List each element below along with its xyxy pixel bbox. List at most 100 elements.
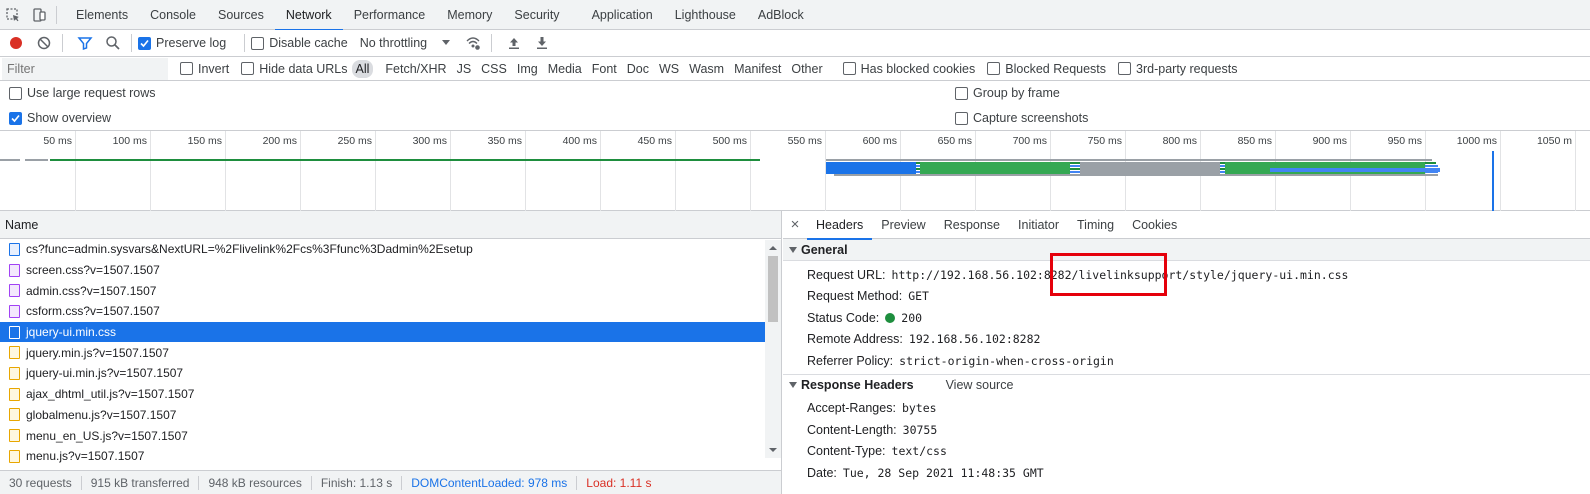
- checkbox-icon: [842, 62, 856, 75]
- tab-network[interactable]: Network: [274, 0, 343, 31]
- checkbox-icon: [955, 86, 968, 100]
- type-filter-doc[interactable]: Doc: [623, 60, 653, 78]
- group-by-frame-checkbox[interactable]: Group by frame: [955, 86, 1060, 100]
- type-filter-ws[interactable]: WS: [655, 60, 683, 78]
- chevron-down-icon: [442, 40, 451, 45]
- tab-lighthouse[interactable]: Lighthouse: [664, 0, 747, 30]
- header-row: Remote Address: 192.168.56.102:8282: [783, 329, 1590, 351]
- requests-count: 30 requests: [0, 475, 82, 490]
- type-filter-js[interactable]: JS: [453, 60, 476, 78]
- filter-input[interactable]: [2, 57, 168, 80]
- header-name: Status Code:: [807, 310, 880, 325]
- scroll-up-icon[interactable]: [765, 242, 781, 254]
- invert-checkbox[interactable]: Invert: [180, 62, 229, 76]
- tab-adblock[interactable]: AdBlock: [747, 0, 815, 30]
- details-tab-initiator[interactable]: Initiator: [1009, 211, 1068, 239]
- filter-icon[interactable]: [73, 31, 97, 55]
- import-har-icon[interactable]: [502, 31, 526, 55]
- header-name: Date:: [807, 465, 837, 480]
- details-tab-response[interactable]: Response: [935, 211, 1009, 239]
- view-source-link[interactable]: View source: [946, 378, 1014, 392]
- show-overview-checkbox[interactable]: Show overview: [9, 111, 111, 125]
- inspect-element-icon[interactable]: [0, 0, 26, 30]
- divider: [56, 5, 57, 24]
- type-filter-img[interactable]: Img: [513, 60, 542, 78]
- details-tabs: × Headers Preview Response Initiator Timing C…: [783, 211, 1590, 240]
- timeline-gridline: [525, 131, 526, 211]
- disable-cache-checkbox[interactable]: Disable cache: [251, 36, 348, 50]
- tab-security[interactable]: Security: [503, 0, 570, 30]
- timeline-tick-label: 1000 ms: [1456, 135, 1497, 147]
- details-tab-preview[interactable]: Preview: [872, 211, 934, 239]
- clear-icon[interactable]: [32, 31, 56, 55]
- timeline-tick-label: 800 ms: [1162, 135, 1197, 147]
- devtools-tab-bar: Elements Console Sources Network Performance…: [0, 0, 1590, 31]
- tab-elements[interactable]: Elements: [65, 0, 139, 30]
- large-rows-checkbox[interactable]: Use large request rows: [9, 86, 156, 100]
- details-tab-timing[interactable]: Timing: [1068, 211, 1123, 239]
- load-time: Load: 1.11 s: [586, 475, 652, 490]
- tab-console[interactable]: Console: [139, 0, 207, 30]
- has-blocked-cookies-checkbox[interactable]: Has blocked cookies: [842, 62, 975, 76]
- type-filter-wasm[interactable]: Wasm: [685, 60, 728, 78]
- request-row[interactable]: cs?func=admin.sysvars&NextURL=%2Flivelin…: [0, 239, 766, 260]
- tab-memory[interactable]: Memory: [436, 0, 503, 30]
- header-row: Request Method: GET: [783, 286, 1590, 308]
- tab-application[interactable]: Application: [581, 0, 664, 30]
- request-row[interactable]: screen.css?v=1507.1507: [0, 259, 766, 281]
- response-headers-section-header[interactable]: Response Headers View source: [783, 373, 1590, 396]
- device-toolbar-icon[interactable]: [26, 0, 52, 30]
- tab-sources[interactable]: Sources: [207, 0, 275, 30]
- request-name: ajax_dhtml_util.js?v=1507.1507: [26, 387, 195, 402]
- large-rows-label: Use large request rows: [27, 86, 156, 100]
- blocked-requests-checkbox[interactable]: Blocked Requests: [987, 62, 1106, 76]
- capture-screenshots-checkbox[interactable]: Capture screenshots: [955, 111, 1088, 125]
- network-conditions-icon[interactable]: [461, 31, 485, 55]
- checkbox-icon: [1118, 62, 1132, 75]
- third-party-checkbox[interactable]: 3rd-party requests: [1118, 62, 1237, 76]
- header-name: Remote Address:: [807, 332, 903, 347]
- name-column-header[interactable]: Name: [0, 211, 781, 239]
- type-filter-all[interactable]: All: [351, 59, 374, 78]
- close-icon[interactable]: ×: [783, 216, 807, 233]
- request-name: jquery.min.js?v=1507.1507: [26, 345, 169, 360]
- search-icon[interactable]: [101, 31, 125, 55]
- request-row[interactable]: jquery-ui.min.js?v=1507.1507: [0, 363, 766, 384]
- preserve-log-checkbox[interactable]: Preserve log: [138, 36, 226, 50]
- general-section-header[interactable]: General: [783, 239, 1590, 261]
- request-list-scrollbar[interactable]: [765, 240, 781, 458]
- header-name: Accept-Ranges:: [807, 401, 896, 416]
- request-row[interactable]: ajax_dhtml_util.js?v=1507.1507: [0, 383, 766, 405]
- details-tab-cookies[interactable]: Cookies: [1123, 211, 1186, 239]
- type-filter-media[interactable]: Media: [544, 60, 586, 78]
- tab-performance[interactable]: Performance: [343, 0, 437, 30]
- waterfall-bar: [50, 159, 760, 161]
- scroll-thumb[interactable]: [768, 256, 778, 322]
- type-filter-font[interactable]: Font: [588, 60, 621, 78]
- header-value: 192.168.56.102:8282: [908, 332, 1041, 347]
- throttling-select[interactable]: No throttling: [360, 36, 451, 50]
- details-tab-headers[interactable]: Headers: [807, 211, 873, 240]
- type-filter-manifest[interactable]: Manifest: [730, 60, 785, 78]
- timeline-tick-label: 1050 m: [1536, 135, 1572, 147]
- group-by-frame-label: Group by frame: [973, 86, 1060, 100]
- scroll-down-icon[interactable]: [765, 444, 781, 456]
- request-row[interactable]: menu_en_US.js?v=1507.1507: [0, 425, 766, 446]
- general-title: General: [801, 242, 848, 257]
- checkbox-icon: [955, 111, 968, 125]
- request-row[interactable]: admin.css?v=1507.1507: [0, 280, 766, 301]
- checkbox-icon: [9, 86, 22, 100]
- request-row[interactable]: globalmenu.js?v=1507.1507: [0, 405, 766, 426]
- export-har-icon[interactable]: [530, 31, 554, 55]
- hide-data-urls-checkbox[interactable]: Hide data URLs: [241, 62, 348, 76]
- record-icon[interactable]: [4, 31, 28, 55]
- request-row[interactable]: jquery.min.js?v=1507.1507: [0, 342, 766, 364]
- request-row[interactable]: menu.js?v=1507.1507: [0, 446, 766, 467]
- request-row[interactable]: csform.css?v=1507.1507: [0, 301, 766, 322]
- type-filter-other[interactable]: Other: [787, 60, 826, 78]
- type-filter-css[interactable]: CSS: [477, 60, 511, 78]
- request-row[interactable]: jquery-ui.min.css: [0, 321, 766, 343]
- document-icon: [9, 242, 20, 256]
- timeline-overview[interactable]: 50 ms 100 ms 150 ms 200 ms 250 ms 300 ms 350 m…: [0, 131, 1590, 211]
- type-filter-fetch-xhr[interactable]: Fetch/XHR: [381, 60, 450, 78]
